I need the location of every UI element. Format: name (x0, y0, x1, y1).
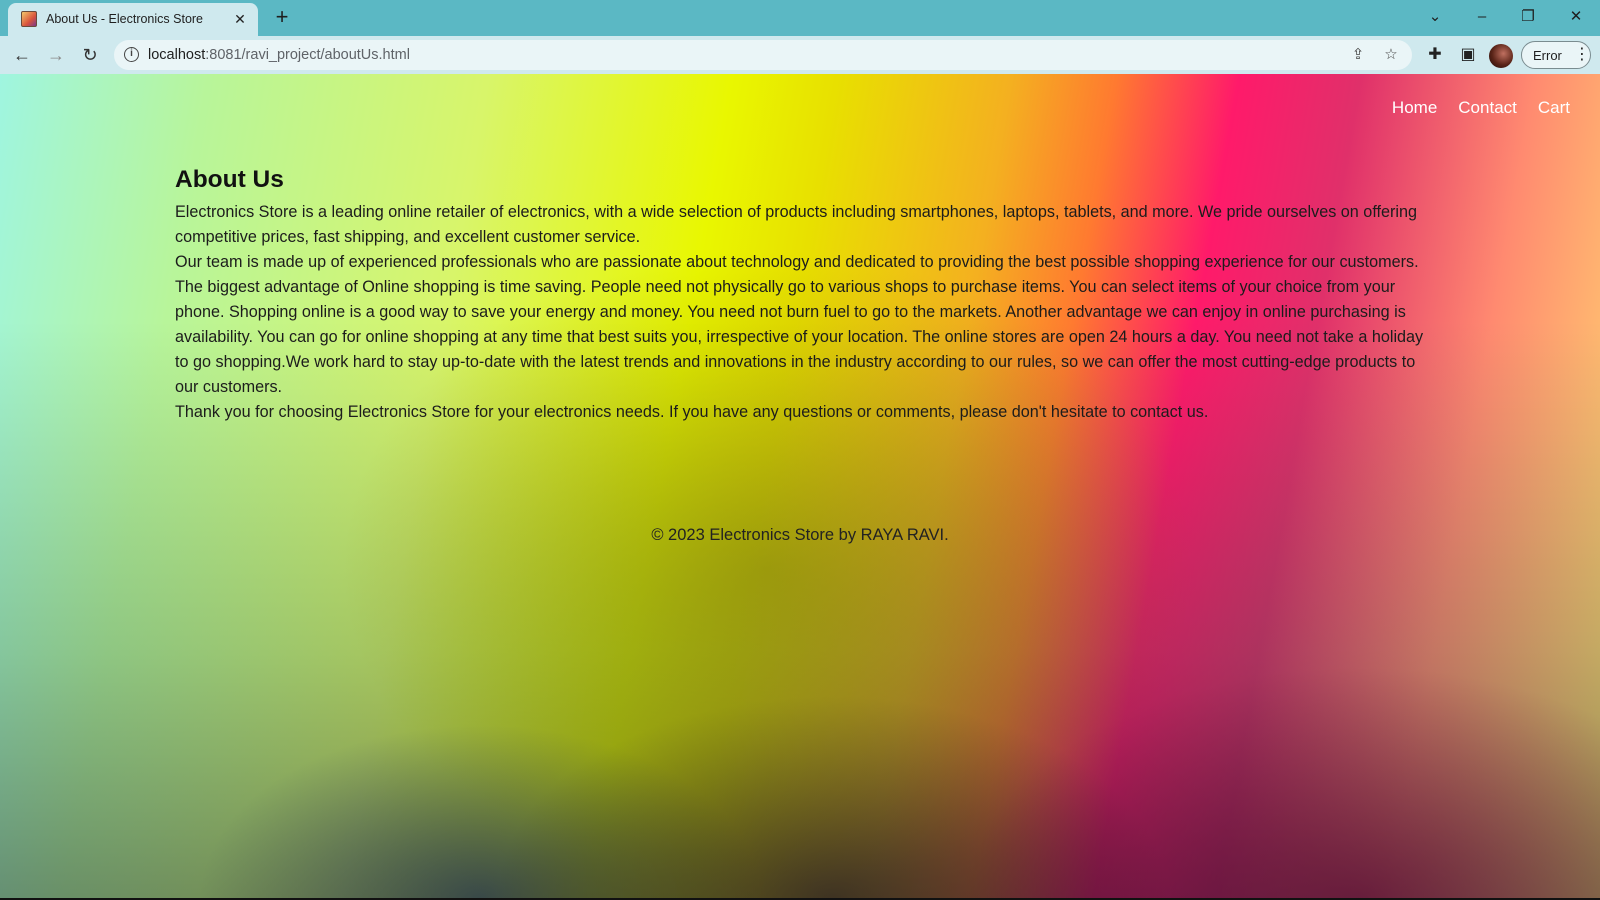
nav-link-cart[interactable]: Cart (1538, 98, 1570, 118)
window-close-icon[interactable]: ✕ (1562, 4, 1590, 30)
url-host: localhost (148, 47, 206, 63)
tab-title: About Us - Electronics Store (46, 12, 204, 26)
store-favicon-icon (21, 11, 37, 27)
bookmark-star-icon[interactable]: ☆ (1380, 45, 1402, 65)
tab-search-chevron-down-icon[interactable]: ⌄ (1421, 4, 1449, 30)
new-tab-plus-icon[interactable]: + (270, 6, 294, 30)
address-url[interactable]: localhost:8081/ravi_project/aboutUs.html (148, 47, 410, 63)
profile-error-button[interactable]: Error ⋮ (1521, 41, 1591, 69)
more-vert-icon[interactable]: ⋮ (1574, 45, 1590, 65)
minimize-icon[interactable]: – (1468, 4, 1496, 30)
browser-tab-strip: About Us - Electronics Store ✕ + ⌄ – ❐ ✕ (0, 0, 1600, 36)
back-arrow-icon[interactable]: ← (9, 42, 35, 68)
side-panel-icon[interactable]: ▣ (1456, 43, 1480, 67)
page-viewport: Home Contact Cart About Us Electronics S… (0, 74, 1600, 898)
reload-icon[interactable]: ↻ (77, 42, 103, 68)
profile-error-label: Error (1533, 48, 1562, 63)
restore-icon[interactable]: ❐ (1514, 4, 1542, 30)
extensions-icon[interactable]: ✚ (1423, 43, 1447, 67)
address-bar[interactable]: i localhost:8081/ravi_project/aboutUs.ht… (114, 40, 1412, 70)
forward-arrow-icon[interactable]: → (43, 42, 69, 68)
profile-avatar[interactable] (1489, 44, 1513, 68)
nav-link-contact[interactable]: Contact (1458, 98, 1517, 118)
share-icon[interactable]: ⇪ (1347, 45, 1369, 65)
about-section: About Us Electronics Store is a leading … (175, 166, 1425, 425)
nav-link-home[interactable]: Home (1392, 98, 1437, 118)
tab-close-icon[interactable]: ✕ (230, 9, 250, 29)
info-icon[interactable]: i (124, 47, 139, 62)
about-paragraph-1: Electronics Store is a leading online re… (175, 203, 1418, 246)
browser-toolbar: ← → ↻ i localhost:8081/ravi_project/abou… (0, 36, 1600, 74)
site-footer: © 2023 Electronics Store by RAYA RAVI. (651, 526, 949, 544)
url-path: :8081/ravi_project/aboutUs.html (205, 47, 410, 63)
about-paragraph-3: Thank you for choosing Electronics Store… (175, 403, 1209, 421)
browser-tab[interactable]: About Us - Electronics Store ✕ (8, 3, 258, 36)
page-title: About Us (175, 166, 284, 193)
site-nav: Home Contact Cart (1371, 98, 1570, 118)
about-paragraph-2: Our team is made up of experienced profe… (175, 253, 1424, 396)
